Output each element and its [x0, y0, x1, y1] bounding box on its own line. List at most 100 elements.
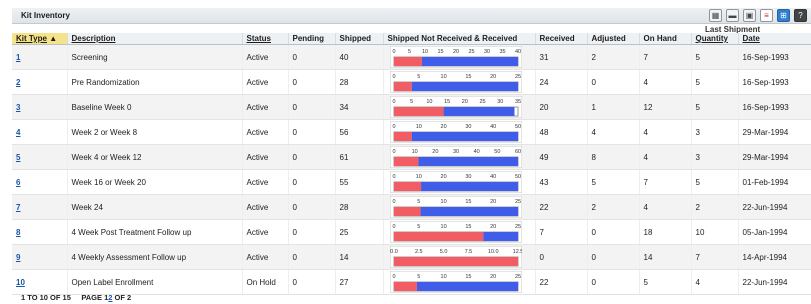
columns-icon[interactable]: ▦ [709, 9, 722, 22]
kit-type-link[interactable]: 1 [16, 53, 20, 62]
kit-type-link[interactable]: 5 [16, 153, 20, 162]
kit-type-link[interactable]: 9 [16, 253, 20, 262]
chart-tick-label: 30 [483, 49, 489, 55]
shipped-not-received-bar [393, 232, 483, 241]
chart-tick-label: 10.0 [487, 249, 498, 255]
chart-tick-label: 15 [437, 49, 443, 55]
received-bar [421, 57, 518, 66]
header-row: Kit Type ▲ Description Status Pending Sh… [12, 33, 811, 45]
page-label-prefix: PAGE [81, 293, 105, 302]
shipment-bar-chart: 0.0 2.5 5.0 7.5 10.0 12.5 [389, 246, 522, 268]
kit-type-link[interactable]: 3 [16, 103, 20, 112]
pending-cell: 0 [288, 94, 336, 120]
table-row: 2 Pre Randomization Active 0 28 0 5 10 15 20 25 24 0… [12, 69, 811, 95]
kit-type-link[interactable]: 8 [16, 228, 20, 237]
date-cell: 22-Jun-1994 [738, 194, 811, 220]
shipment-chart-cell: 0 5 10 15 20 25 30 35 [383, 94, 536, 120]
table-row: 1 Screening Active 0 40 0 5 10 15 20 25 30 35 40 31 2 7 5… [12, 44, 811, 70]
table-row: 3 Baseline Week 0 Active 0 34 0 5 10 15 20 25 30 35 2… [12, 94, 811, 120]
shipped-not-received-bar [393, 82, 412, 91]
adjusted-cell: 0 [587, 69, 640, 95]
image-icon[interactable]: ▣ [743, 9, 756, 22]
pagination-footer: 1 TO 10 OF 15 PAGE 12 OF 2 [21, 293, 131, 302]
shipment-bar-chart: 0 5 10 15 20 25 [389, 71, 522, 93]
chart-tick-label: 0 [392, 99, 395, 105]
date-cell: 22-Jun-1994 [738, 269, 811, 295]
shipped-cell: 40 [335, 44, 384, 70]
received-bar [416, 282, 518, 291]
help-icon[interactable]: ? [794, 9, 807, 22]
adjusted-cell: 0 [587, 269, 640, 295]
received-bar [482, 232, 518, 241]
chart-tick-label: 2.5 [414, 249, 422, 255]
chart-tick-label: 12.5 [512, 249, 521, 255]
col-kit-type[interactable]: Kit Type ▲ [12, 33, 68, 45]
adjusted-cell: 8 [587, 144, 640, 170]
chart-tick-label: 10 [421, 49, 427, 55]
quantity-cell: 5 [691, 44, 739, 70]
chart-tick-label: 20 [440, 124, 446, 130]
chart-tick-label: 40 [490, 124, 496, 130]
chart-tick-label: 25 [514, 274, 520, 280]
shipped-cell: 55 [335, 169, 384, 195]
chart-tick-label: 15 [465, 274, 471, 280]
chart-tick-label: 25 [479, 99, 485, 105]
kit-type-link[interactable]: 4 [16, 128, 20, 137]
table-row: 5 Week 4 or Week 12 Active 0 61 0 10 20 30 40 50 60… [12, 144, 811, 170]
col-on-hand: On Hand [639, 33, 692, 45]
shipped-not-received-bar [393, 207, 421, 216]
status-cell: Active [242, 169, 289, 195]
received-bar [420, 182, 518, 191]
received-cell: 22 [535, 269, 588, 295]
table-row: 84 Week Post Treatment Follow up Active 0 2… [12, 219, 811, 245]
description-cell: Open Label Enrollment [67, 269, 243, 295]
status-cell: Active [242, 119, 289, 145]
chart-tick-label: 20 [490, 74, 496, 80]
table-row: 10 Open Label Enrollment On Hold 0 27 0 5 10 15 2… [12, 269, 811, 295]
pending-cell: 0 [288, 269, 336, 295]
on-hand-cell: 4 [639, 194, 692, 220]
col-adjusted: Adjusted [587, 33, 640, 45]
chart-tick-label: 50 [514, 124, 520, 130]
col-quantity[interactable]: Quantity [691, 33, 739, 45]
chart-tick-label: 30 [465, 124, 471, 130]
pending-cell: 0 [288, 194, 336, 220]
col-status[interactable]: Status [242, 33, 289, 45]
kit-type-link[interactable]: 10 [16, 278, 25, 287]
col-description[interactable]: Description [67, 33, 243, 45]
shipment-bar-chart: 0 10 20 30 40 50 [389, 121, 522, 143]
shipped-not-received-bar [393, 257, 518, 266]
minimize-icon[interactable]: ▬ [726, 9, 739, 22]
chart-tick-label: 25 [468, 49, 474, 55]
kit-type-link[interactable]: 2 [16, 78, 20, 87]
table-row: 6 Week 16 or Week 20 Active 0 55 0 10 20 30 40 50 4… [12, 169, 811, 195]
excel-icon[interactable]: ⊞ [777, 9, 790, 22]
chart-tick-label: 30 [465, 174, 471, 180]
description-cell: 4 Weekly Assessment Follow up [67, 244, 243, 270]
kit-type-link[interactable]: 7 [16, 203, 20, 212]
chart-tick-label: 15 [465, 199, 471, 205]
shipment-chart-cell: 0.0 2.5 5.0 7.5 10.0 12.5 [383, 244, 536, 270]
chart-tick-label: 30 [452, 149, 458, 155]
chart-tick-label: 40 [514, 49, 520, 55]
pdf-icon[interactable]: ≡ [760, 9, 773, 22]
shipment-bar-chart: 0 5 10 15 20 25 [389, 271, 522, 293]
kit-type-cell: 5 [12, 144, 68, 170]
chart-tick-label: 5 [410, 99, 413, 105]
date-cell: 05-Jan-1994 [738, 219, 811, 245]
shipped-cell: 56 [335, 119, 384, 145]
shipped-cell: 28 [335, 69, 384, 95]
received-bar [420, 207, 518, 216]
received-cell: 49 [535, 144, 588, 170]
chart-tick-label: 20 [490, 199, 496, 205]
kit-type-cell: 4 [12, 119, 68, 145]
col-date[interactable]: Date [738, 33, 811, 45]
adjusted-cell: 5 [587, 169, 640, 195]
shipment-chart-cell: 0 5 10 15 20 25 [383, 269, 536, 295]
chart-tick-label: 0.0 [390, 249, 398, 255]
kit-type-link[interactable]: 6 [16, 178, 20, 187]
on-hand-cell: 18 [639, 219, 692, 245]
chart-tick-label: 20 [440, 174, 446, 180]
chart-tick-label: 10 [440, 224, 446, 230]
chart-tick-label: 5.0 [439, 249, 447, 255]
